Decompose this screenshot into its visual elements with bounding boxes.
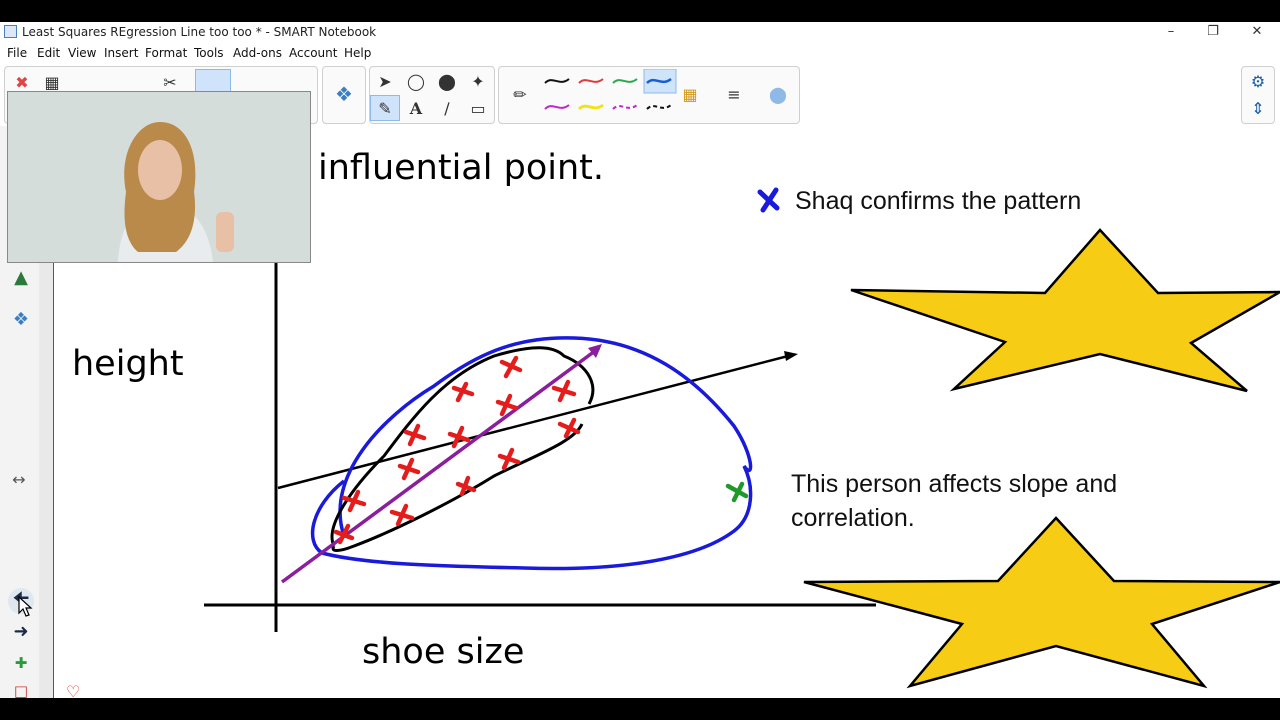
restore-button[interactable]: ❐ bbox=[1192, 22, 1234, 43]
pen-swatch-black bbox=[544, 78, 570, 84]
pen-swatch-red bbox=[578, 78, 604, 84]
webcam-overlay bbox=[7, 91, 311, 263]
expand-icon[interactable]: ↔ bbox=[6, 466, 32, 492]
shaq-mark bbox=[757, 187, 780, 213]
fitted-line bbox=[277, 351, 798, 490]
menu-help[interactable]: Help bbox=[344, 46, 371, 60]
smart-notebook-window: Least Squares REgression Line too too * … bbox=[0, 22, 1280, 698]
pen-swatch-magenta-dash bbox=[612, 104, 638, 110]
menu-view[interactable]: View bbox=[68, 46, 96, 60]
menu-format[interactable]: Format bbox=[145, 46, 187, 60]
letterbox-top bbox=[0, 0, 1280, 22]
menu-addons[interactable]: Add-ons bbox=[233, 46, 282, 60]
addons-icon[interactable]: ❖ bbox=[8, 306, 34, 332]
toolbar-group-pens: ✏ ▦ ≡ ⬤ bbox=[498, 66, 800, 124]
letterbox-bottom bbox=[0, 698, 1280, 720]
text-icon[interactable]: A bbox=[401, 95, 431, 121]
menu-file[interactable]: File bbox=[7, 46, 27, 60]
pen-swatch-yellow bbox=[577, 103, 604, 111]
line-style-icon[interactable]: ≡ bbox=[719, 81, 749, 107]
move-toolbar-icon[interactable]: ⇕ bbox=[1243, 95, 1273, 121]
presenter-video bbox=[8, 92, 310, 262]
delete-page-icon[interactable]: □ bbox=[8, 678, 34, 698]
pen-swatch-green bbox=[612, 78, 638, 84]
data-mark bbox=[499, 355, 523, 379]
menu-insert[interactable]: Insert bbox=[104, 46, 138, 60]
eraser-icon[interactable]: ▭ bbox=[463, 95, 493, 121]
pen-type-icon[interactable]: ✏ bbox=[505, 81, 535, 107]
puzzle-icon[interactable]: ❖ bbox=[329, 81, 359, 107]
data-mark bbox=[451, 381, 475, 403]
gallery-icon[interactable]: ▲ bbox=[8, 264, 34, 290]
settings-icon[interactable]: ⚙ bbox=[1243, 68, 1273, 94]
data-mark bbox=[551, 379, 577, 403]
fill-effects-icon[interactable]: ⬤ bbox=[763, 81, 793, 107]
star-bottom bbox=[803, 516, 1280, 689]
menu-bar: File Edit View Insert Format Tools Add-o… bbox=[0, 43, 1280, 63]
magic-pen-icon[interactable]: ✦ bbox=[463, 68, 493, 94]
data-mark bbox=[397, 457, 421, 481]
mouse-cursor bbox=[18, 596, 33, 617]
close-button[interactable]: ✕ bbox=[1236, 22, 1278, 43]
title-bar: Least Squares REgression Line too too * … bbox=[0, 22, 1280, 43]
toolbar-group-right: ⚙ ⇕ bbox=[1241, 66, 1275, 124]
menu-edit[interactable]: Edit bbox=[37, 46, 60, 60]
star-top bbox=[850, 228, 1280, 393]
pen-swatch-black-dash bbox=[646, 104, 672, 110]
color-palette-icon[interactable]: ▦ bbox=[675, 81, 705, 107]
minimize-button[interactable]: – bbox=[1150, 22, 1192, 43]
menu-account[interactable]: Account bbox=[289, 46, 337, 60]
data-mark bbox=[403, 423, 427, 447]
toolbar-group-tools: ➤ ◯ ⬤ ✦ ✎ A ∕ ▭ bbox=[369, 66, 495, 124]
pens-icon[interactable]: ✎ bbox=[370, 95, 400, 121]
forward-arrow-icon[interactable]: ➜ bbox=[8, 618, 34, 644]
line-icon[interactable]: ∕ bbox=[432, 95, 462, 121]
app-icon bbox=[4, 25, 17, 38]
heart-icon: ♡ bbox=[66, 682, 81, 698]
menu-tools[interactable]: Tools bbox=[194, 46, 224, 60]
window-title: Least Squares REgression Line too too * … bbox=[22, 25, 377, 39]
toolbar-group-addons: ❖ bbox=[322, 66, 366, 124]
outer-loop bbox=[311, 336, 753, 571]
fill-icon[interactable]: ⬤ bbox=[432, 68, 462, 94]
pen-swatch-magenta bbox=[544, 104, 570, 110]
data-mark bbox=[341, 489, 367, 513]
outlier-mark bbox=[725, 481, 749, 503]
add-page-icon[interactable]: ✚ bbox=[8, 650, 34, 676]
shapes-icon[interactable]: ◯ bbox=[401, 68, 431, 94]
select-icon[interactable]: ➤ bbox=[370, 68, 400, 94]
